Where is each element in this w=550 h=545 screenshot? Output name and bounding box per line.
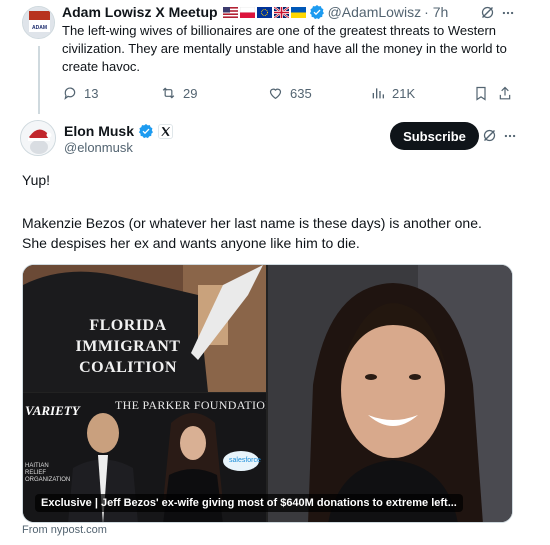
backdrop-variety: VARIETY: [25, 403, 80, 418]
adam-action-bar: 13 29 635 21K: [62, 85, 514, 103]
portrait-photo: [268, 265, 512, 522]
poland-flag-icon: [239, 6, 255, 18]
like-count: 635: [290, 85, 312, 101]
ukraine-flag-icon: [290, 6, 306, 18]
link-source[interactable]: From nypost.com: [22, 524, 107, 536]
link-card[interactable]: FLORIDA IMMIGRANT COALITION VARIETY THE …: [22, 264, 513, 523]
elon-handle[interactable]: @elonmusk: [64, 140, 133, 155]
thread-line: [38, 46, 40, 114]
link-card-caption[interactable]: Exclusive | Jeff Bezos' ex-wife giving m…: [35, 494, 463, 512]
reply-button[interactable]: 13: [62, 85, 98, 101]
shirt-text-1: FLORIDA: [89, 317, 167, 334]
backdrop-parker-foundation: THE PARKER FOUNDATION: [115, 398, 266, 412]
verified-badge-icon: [309, 5, 324, 20]
repost-button[interactable]: 29: [160, 85, 197, 101]
backdrop-haitian-relief: HAITIAN RELIEF ORGANIZATION: [25, 463, 71, 483]
repost-count: 29: [183, 85, 198, 101]
bookmark-icon[interactable]: [473, 85, 489, 102]
grok-icon[interactable]: [480, 5, 495, 20]
more-options-icon[interactable]: [501, 6, 515, 20]
adam-display-name[interactable]: Adam Lowisz X Meetup: [62, 4, 218, 20]
reply-count: 13: [84, 85, 99, 101]
adam-post-text: The left-wing wives of billionaires are …: [62, 23, 507, 74]
verified-badge-icon: [138, 124, 153, 139]
backdrop-salesforce-logo: salesforce: [229, 457, 261, 464]
like-button[interactable]: 635: [267, 85, 312, 101]
svg-text:ADAM: ADAM: [32, 25, 47, 31]
adam-avatar[interactable]: ADAM: [22, 6, 55, 39]
grok-icon[interactable]: [482, 128, 497, 143]
views-chart-icon: [372, 88, 384, 99]
elon-display-name[interactable]: Elon Musk: [64, 123, 134, 139]
more-options-icon[interactable]: [503, 129, 517, 143]
elon-post-text-line2: Makenzie Bezos (or whatever her last nam…: [22, 215, 482, 251]
repost-icon: [162, 87, 175, 99]
views-count: 21K: [392, 85, 416, 101]
shirt-text-3: COALITION: [79, 359, 177, 376]
shirt-text-2: IMMIGRANT: [75, 338, 181, 355]
adam-timestamp[interactable]: · 7h: [424, 4, 448, 20]
subscribe-button[interactable]: Subscribe: [390, 122, 479, 150]
share-icon[interactable]: [497, 85, 513, 102]
views-button[interactable]: 21K: [370, 85, 415, 101]
elon-post-text-line1: Yup!: [22, 172, 51, 188]
uk-flag-icon: [273, 6, 289, 18]
eu-flag-icon: [256, 6, 272, 18]
flags-group: [222, 6, 306, 18]
tshirt-photo: FLORIDA IMMIGRANT COALITION: [23, 265, 266, 392]
x-affiliate-icon: [158, 123, 173, 139]
us-flag-icon: [222, 6, 238, 18]
elon-avatar[interactable]: [20, 120, 56, 156]
reply-icon: [64, 87, 76, 100]
heart-icon: [269, 88, 282, 100]
adam-handle[interactable]: @AdamLowisz: [328, 4, 422, 20]
